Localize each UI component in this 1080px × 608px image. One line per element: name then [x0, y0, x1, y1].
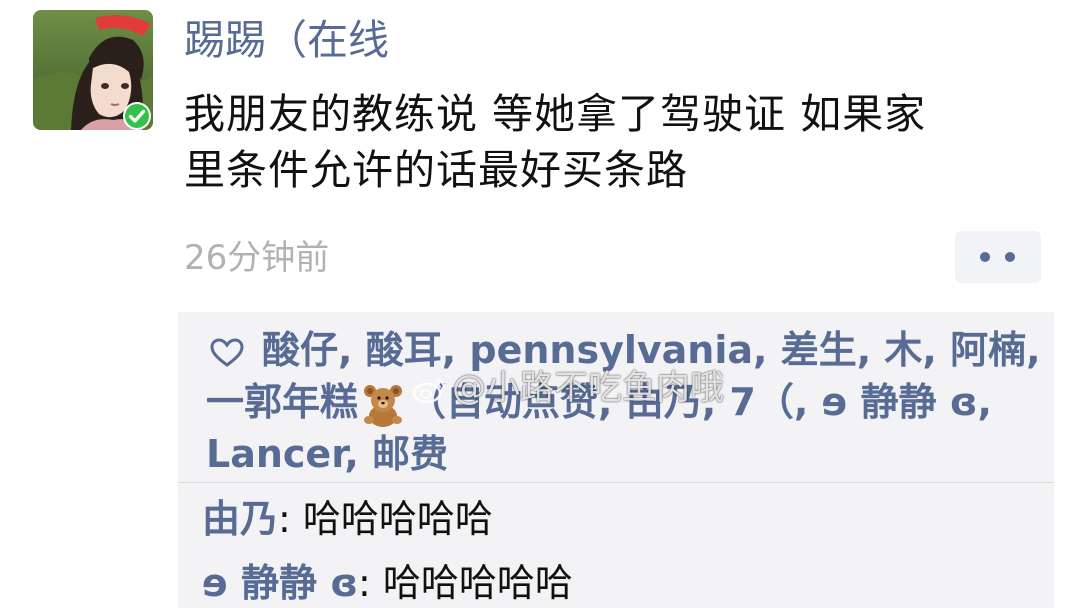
like-separator: ,: [977, 380, 992, 424]
like-separator: ,: [1026, 328, 1041, 372]
like-name[interactable]: pennsylvania: [469, 328, 753, 372]
comment-item[interactable]: ɘ 静静 ɞ: 哈哈哈哈哈: [202, 558, 573, 608]
comment-text: 哈哈哈哈哈: [302, 497, 493, 541]
likes-line: Lancer, 邮费: [206, 428, 1044, 480]
post-text: 我朋友的教练说 等她拿了驾驶证 如果家 里条件允许的话最好买条路: [184, 86, 1044, 198]
online-check-icon: [123, 102, 151, 130]
moments-post: 踢踢（在线 我朋友的教练说 等她拿了驾驶证 如果家 里条件允许的话最好买条路 2…: [0, 0, 1080, 608]
comment-colon: :: [358, 561, 383, 605]
like-name[interactable]: 7（: [729, 380, 793, 424]
like-name[interactable]: 由乃: [626, 380, 702, 424]
likes-line: 一郭年糕 （自动点赞, 由乃, 7（, ɘ 静静 ɞ,: [206, 376, 1044, 428]
comment-item[interactable]: 由乃: 哈哈哈哈哈: [202, 494, 493, 544]
like-name[interactable]: 酸耳: [366, 328, 442, 372]
like-name[interactable]: 阿楠: [950, 328, 1026, 372]
post-text-line: 我朋友的教练说 等她拿了驾驶证 如果家: [184, 90, 927, 138]
like-separator: ,: [344, 432, 373, 476]
post-text-line: 里条件允许的话最好买条路: [184, 146, 688, 194]
likes-list: 酸仔, 酸耳, pennsylvania, 差生, 木, 阿楠, 一郭年糕 （自…: [206, 324, 1044, 480]
like-separator: ,: [922, 328, 951, 372]
like-name[interactable]: （自动点赞: [408, 380, 598, 424]
comment-colon: :: [278, 497, 303, 541]
like-separator: ,: [598, 380, 626, 424]
comment-text: 哈哈哈哈哈: [382, 561, 573, 605]
heart-outline-icon: [210, 337, 244, 367]
likes-comments-panel: 酸仔, 酸耳, pennsylvania, 差生, 木, 阿楠, 一郭年糕 （自…: [178, 312, 1054, 608]
more-button[interactable]: [955, 231, 1041, 283]
like-name[interactable]: 差生: [781, 328, 857, 372]
comment-author[interactable]: ɘ 静静 ɞ: [202, 561, 358, 605]
like-name[interactable]: Lancer: [206, 432, 344, 476]
like-separator: ,: [701, 380, 730, 424]
like-separator: ,: [793, 380, 822, 424]
likes-line: 酸仔, 酸耳, pennsylvania, 差生, 木, 阿楠,: [206, 324, 1044, 376]
divider: [178, 482, 1054, 483]
like-name[interactable]: 一郭年糕: [206, 380, 358, 424]
like-separator: ,: [856, 328, 885, 372]
post-timestamp: 26分钟前: [184, 238, 330, 278]
like-separator: ,: [441, 328, 470, 372]
username[interactable]: 踢踢（在线: [184, 14, 389, 66]
like-name[interactable]: ɘ 静静 ɞ: [822, 380, 978, 424]
like-name[interactable]: 木: [884, 328, 922, 372]
more-dots-icon: [1005, 252, 1015, 262]
more-dots-icon: [980, 252, 990, 262]
teddy-bear-emoji-icon: [364, 384, 403, 427]
comment-author[interactable]: 由乃: [202, 497, 278, 541]
like-name[interactable]: 酸仔: [262, 328, 338, 372]
like-separator: ,: [753, 328, 781, 372]
like-name[interactable]: 邮费: [372, 432, 448, 476]
like-separator: ,: [338, 328, 366, 372]
